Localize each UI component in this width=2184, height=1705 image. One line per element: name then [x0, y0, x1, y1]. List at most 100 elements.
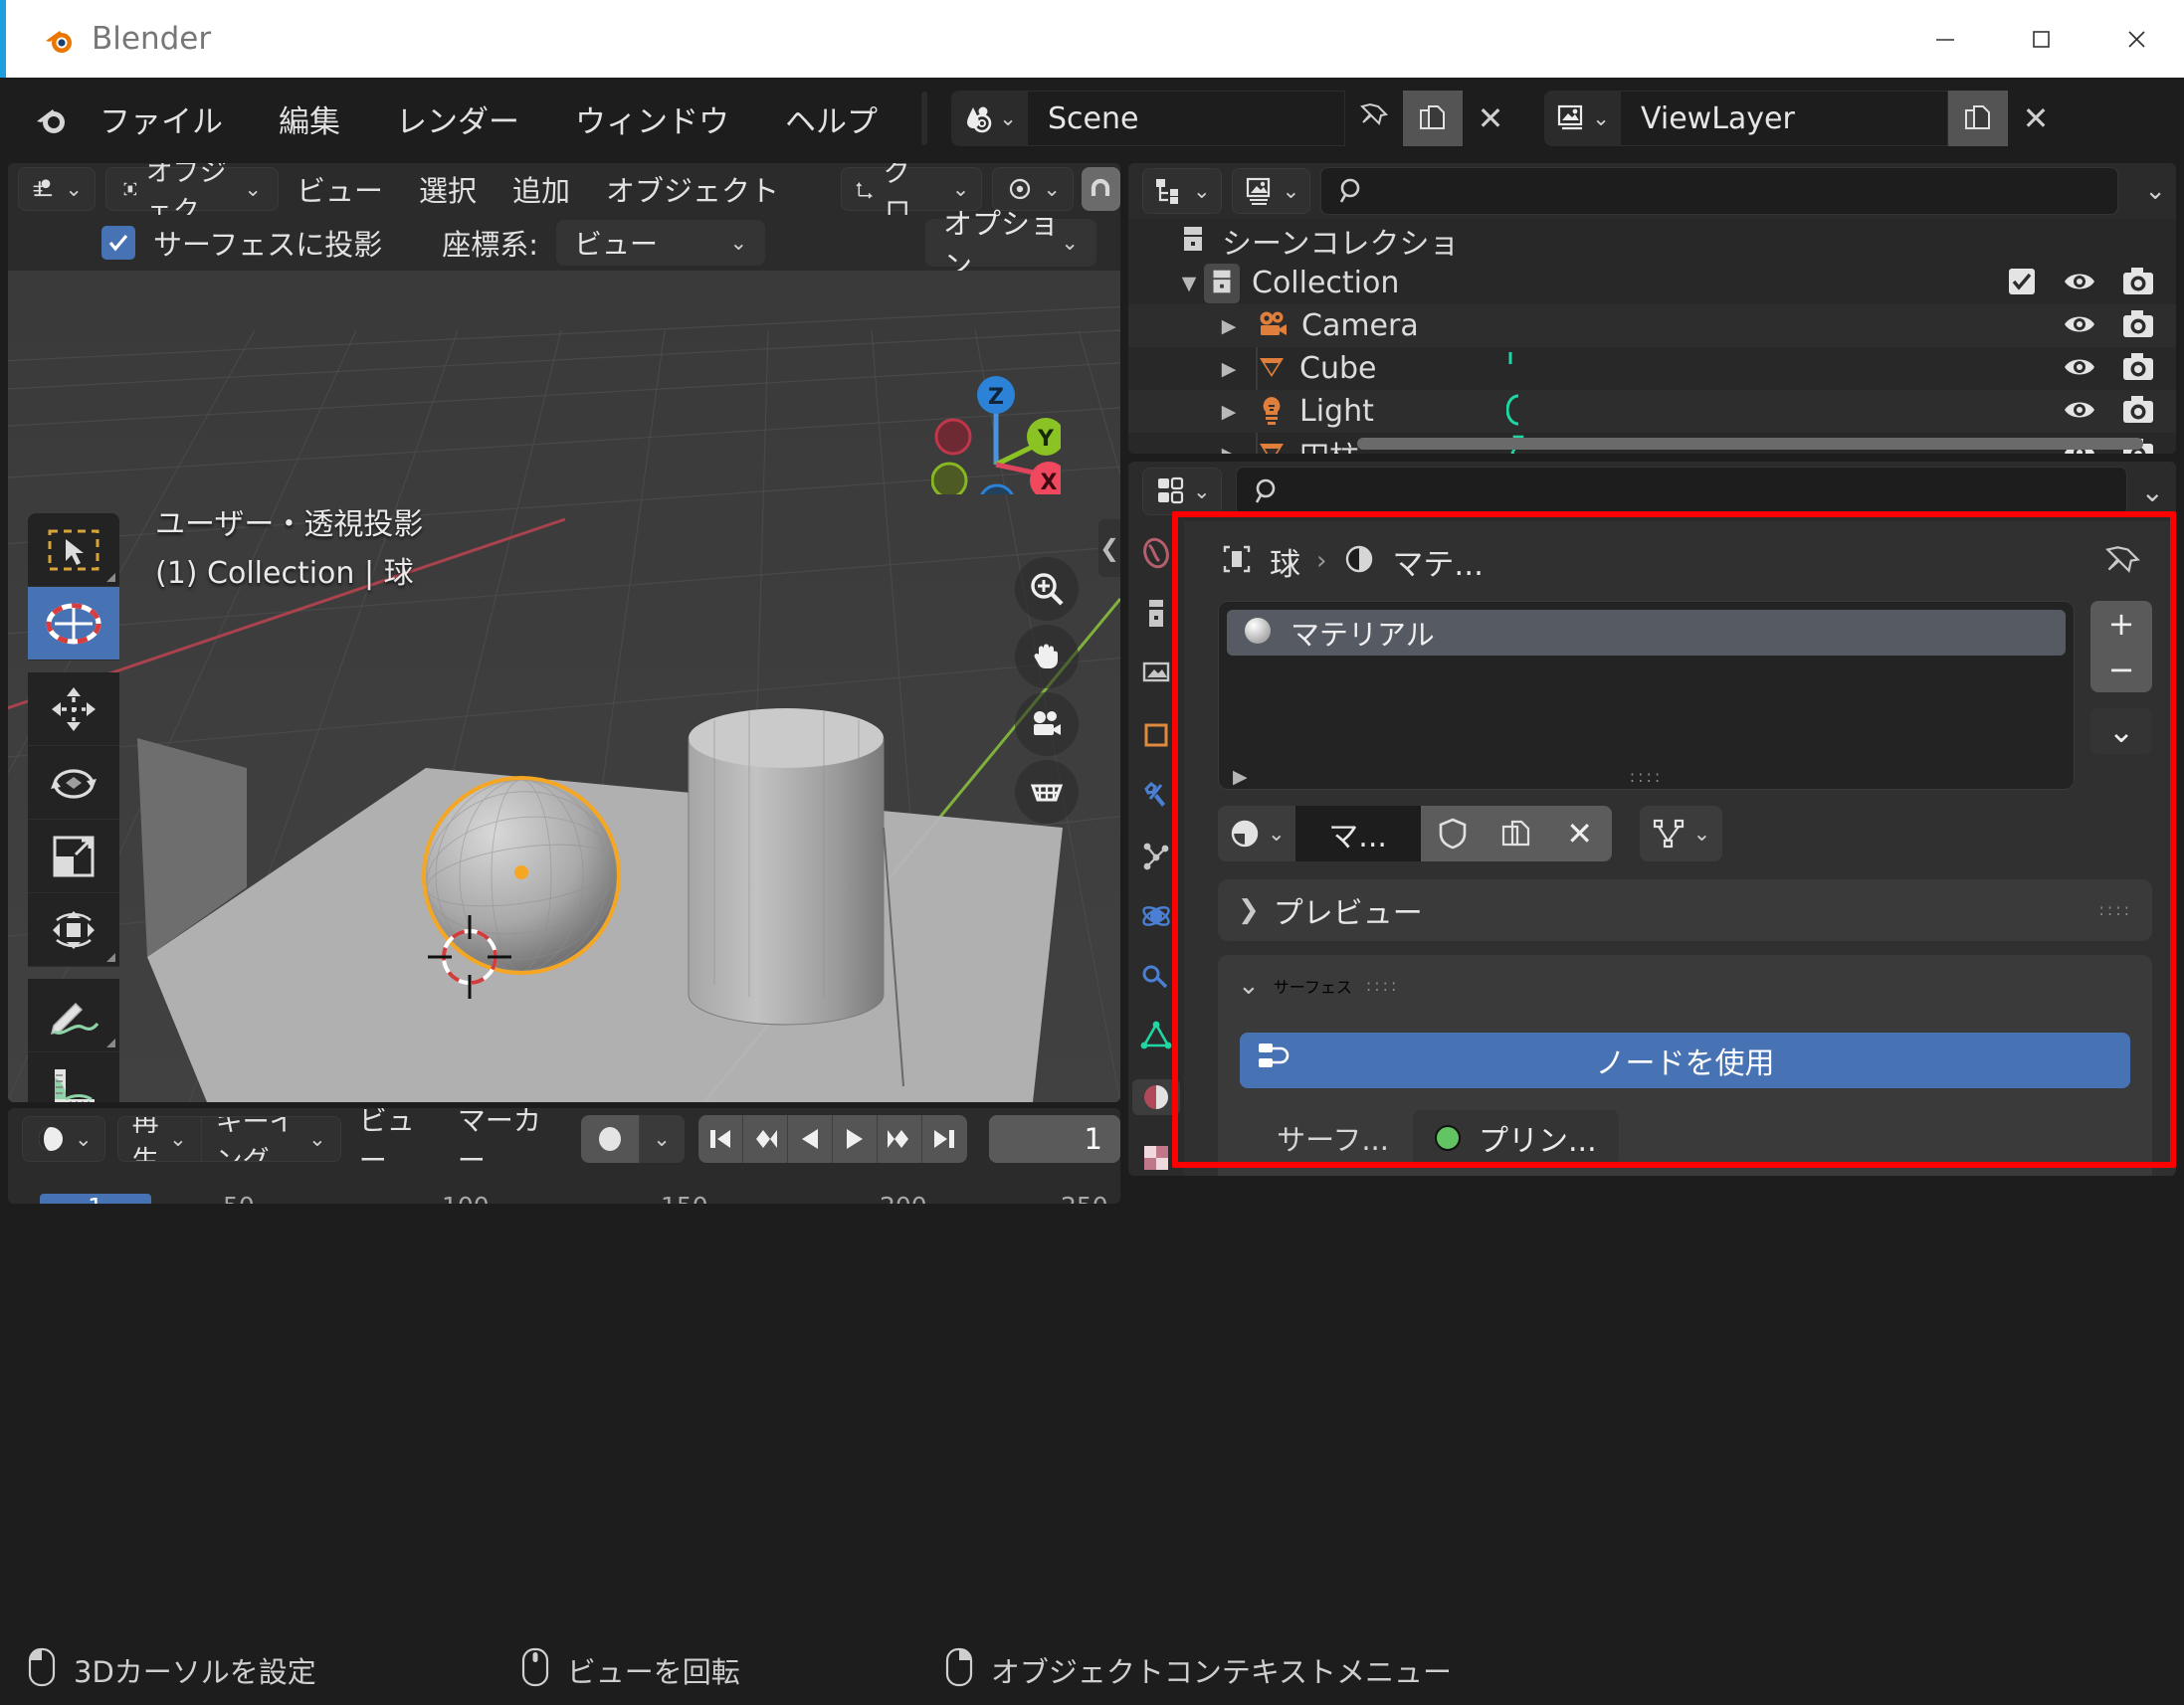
properties-editor[interactable]: ⌄ ⌄ 球 › マテ... マテリアル ▶:::: + − ⌄ ⌄ マ... … — [1128, 462, 2176, 1176]
transform-tool[interactable] — [28, 893, 119, 967]
material-browse-icon[interactable]: ⌄ — [1218, 806, 1295, 861]
shield-icon[interactable] — [1420, 806, 1485, 861]
measure-tool[interactable] — [28, 1052, 119, 1102]
disclosure-triangle-collection[interactable]: ▼ — [1174, 273, 1204, 294]
properties-search-input[interactable] — [1235, 467, 2127, 516]
scene-pin-icon[interactable] — [1345, 91, 1403, 146]
timeline-editor[interactable]: ⌄ 再生 ⌄ キーイング ⌄ ビュー マーカー ⌄ 1 — [8, 1108, 1120, 1204]
output-tab[interactable] — [1132, 596, 1180, 633]
eye-icon[interactable] — [2063, 309, 2096, 343]
constraint-tab[interactable] — [1132, 958, 1180, 995]
material-slot-row[interactable]: マテリアル — [1227, 610, 2066, 656]
outliner-row-scene-collection[interactable]: シーンコレクショ — [1128, 219, 2176, 262]
eye-icon[interactable] — [2063, 395, 2096, 429]
current-frame-field[interactable]: 1 — [988, 1115, 1120, 1163]
viewport-sidebar-toggle[interactable]: ❮ — [1098, 519, 1120, 577]
outliner-tree[interactable]: シーンコレクショ ▼ Collection ▶ Camera ▶ Cube ▶ … — [1128, 219, 2176, 454]
disclosure-triangle-cube[interactable]: ▶ — [1214, 358, 1244, 380]
viewlayer-name-field[interactable]: ViewLayer — [1620, 91, 1948, 146]
minimize-button[interactable] — [1897, 0, 1993, 78]
physics-tab[interactable] — [1132, 897, 1180, 934]
camera-render-icon[interactable] — [2122, 352, 2154, 386]
modifier-tab[interactable] — [1132, 777, 1180, 814]
scale-tool[interactable] — [28, 820, 119, 893]
viewport-menu-add[interactable]: 追加 — [495, 168, 588, 210]
viewport-menu-object[interactable]: オブジェクト — [588, 168, 797, 210]
menu-window[interactable]: ウィンドウ — [553, 96, 751, 141]
scene-new-icon[interactable] — [1403, 91, 1463, 146]
options-dropdown[interactable]: オプション ⌄ — [925, 207, 1096, 283]
annotate-tool[interactable] — [28, 979, 119, 1052]
move-tool[interactable] — [28, 672, 119, 746]
timeline-menu-marker[interactable]: マーカー — [440, 1108, 559, 1179]
outliner-row-collection[interactable]: ▼ Collection — [1128, 262, 2176, 304]
panel-drag-grip[interactable]: :::: — [1366, 978, 1400, 994]
scene-close-icon[interactable]: ✕ — [1463, 91, 1518, 146]
remove-material-slot-button[interactable]: − — [2090, 647, 2152, 692]
material-name-field[interactable]: マ... — [1294, 806, 1421, 861]
outliner-horizontal-scrollbar[interactable] — [1357, 438, 2143, 450]
slot-filter-icon[interactable]: ⌄ — [1639, 806, 1723, 861]
collection-checkbox[interactable] — [2007, 267, 2037, 300]
view-layer-tab[interactable] — [1132, 656, 1180, 692]
zoom-icon[interactable] — [1015, 557, 1079, 621]
jump-end-icon[interactable] — [922, 1115, 967, 1163]
timeline-menu-view[interactable]: ビュー — [341, 1108, 440, 1179]
next-keyframe-icon[interactable] — [878, 1115, 923, 1163]
rotate-tool[interactable] — [28, 746, 119, 820]
menu-help[interactable]: ヘルプ — [763, 96, 899, 141]
outliner-display-mode-button[interactable]: ⌄ — [1142, 168, 1222, 214]
outliner-editor[interactable]: ⌄ ⌄ ⌄ シーンコレクショ ▼ Collection ▶ Camera ▶ C… — [1128, 163, 2176, 454]
prev-keyframe-icon[interactable] — [743, 1115, 788, 1163]
material-tab[interactable] — [1132, 1078, 1180, 1116]
jump-start-icon[interactable] — [698, 1115, 743, 1163]
scene-name-field[interactable]: Scene — [1027, 91, 1345, 146]
preview-panel-header[interactable]: ❯ プレビュー :::: — [1218, 879, 2152, 941]
material-slot-specials-menu[interactable]: ⌄ — [2090, 708, 2152, 754]
render-tab[interactable] — [1132, 535, 1180, 572]
outliner-filter-icon[interactable]: ⌄ — [2144, 176, 2166, 206]
new-material-icon[interactable] — [1484, 806, 1548, 861]
menu-edit[interactable]: 編集 — [257, 96, 362, 141]
camera-render-icon[interactable] — [2122, 395, 2154, 429]
timeline-menu-keying[interactable]: キーイング ⌄ — [202, 1117, 340, 1161]
outliner-view-layer-button[interactable]: ⌄ — [1231, 168, 1311, 214]
viewport-canvas[interactable]: ユーザー・透視投影 (1) Collection | 球 Z Y X ❮ — [8, 271, 1120, 1102]
list-expand-triangle[interactable]: ▶ — [1233, 766, 1248, 788]
viewlayer-copy-icon[interactable] — [1948, 91, 2008, 146]
add-material-slot-button[interactable]: + — [2090, 601, 2152, 647]
camera-view-icon[interactable] — [1015, 692, 1079, 756]
properties-pin-icon[interactable] — [2104, 545, 2142, 587]
object-tab[interactable] — [1132, 716, 1180, 753]
play-reverse-icon[interactable] — [788, 1115, 833, 1163]
timeline-menu-playback[interactable]: 再生 ⌄ — [118, 1117, 202, 1161]
viewlayer-close-icon[interactable]: ✕ — [2008, 91, 2064, 146]
surface-panel-header[interactable]: ⌄ サーフェス :::: — [1218, 955, 2152, 1017]
interaction-mode-dropdown[interactable]: オブジェク... ⌄ — [105, 163, 279, 227]
unlink-material-button[interactable]: ✕ — [1547, 806, 1612, 861]
outliner-row-light[interactable]: ▶ Light — [1128, 390, 2176, 433]
camera-render-icon[interactable] — [2122, 267, 2154, 300]
viewport-menu-view[interactable]: ビュー — [279, 168, 401, 210]
eye-icon[interactable] — [2063, 352, 2096, 386]
disclosure-triangle-cylinder[interactable]: ▶ — [1214, 444, 1244, 455]
list-resize-grip[interactable]: :::: — [1630, 769, 1664, 785]
editor-type-button[interactable]: ⌄ — [18, 167, 96, 211]
breadcrumb-object[interactable]: 球 — [1270, 539, 1300, 584]
snap-magnet-toggle[interactable] — [1081, 167, 1120, 211]
panel-drag-grip[interactable]: :::: — [2098, 902, 2132, 918]
outliner-search-input[interactable] — [1320, 167, 2119, 215]
timeline-editor-type-button[interactable]: ⌄ — [22, 1116, 105, 1162]
select-box-tool[interactable] — [28, 513, 119, 587]
close-button[interactable] — [2088, 0, 2184, 78]
navigation-gizmo[interactable]: Z Y X — [930, 365, 1068, 521]
menu-file[interactable]: ファイル — [78, 96, 245, 141]
orientation-dropdown[interactable]: ビュー ⌄ — [556, 220, 766, 266]
viewport-menu-select[interactable]: 選択 — [401, 168, 495, 210]
camera-render-icon[interactable] — [2122, 309, 2154, 343]
disclosure-triangle-camera[interactable]: ▶ — [1214, 315, 1244, 337]
breadcrumb-material[interactable]: マテ... — [1392, 539, 1484, 584]
cursor-tool[interactable] — [28, 587, 119, 661]
disclosure-triangle-light[interactable]: ▶ — [1214, 401, 1244, 423]
properties-body[interactable]: 球 › マテ... マテリアル ▶:::: + − ⌄ ⌄ マ... ✕ ⌄ … — [1184, 521, 2176, 1176]
